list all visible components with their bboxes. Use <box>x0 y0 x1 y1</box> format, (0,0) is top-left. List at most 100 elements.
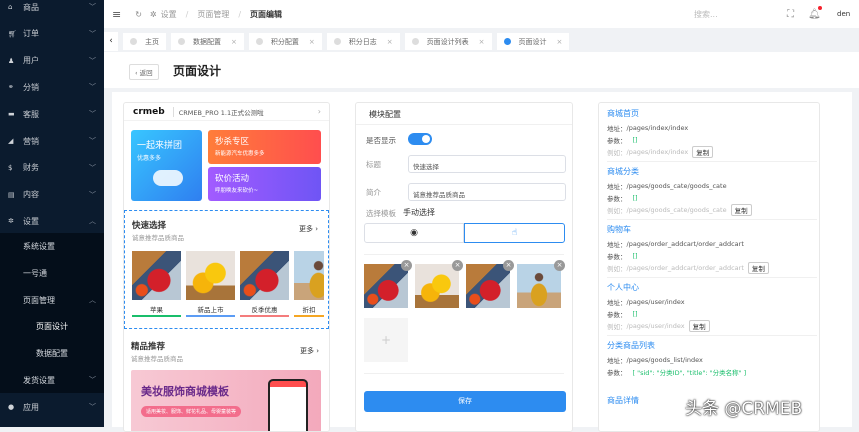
featured-banner[interactable]: 美妆服饰商城模板 适用美妆、服饰、鲜花礼品、母婴童装等 <box>131 370 321 431</box>
sidebar-item-page-design[interactable]: 页面设计 <box>0 313 104 339</box>
item-label: 反季优惠 <box>240 300 289 317</box>
intro-input[interactable]: 诚意推荐品质商品 <box>408 183 566 201</box>
banner-bargain[interactable]: 砍价活动 呼朋唤友来砍价~ <box>208 167 321 201</box>
link-name[interactable]: 购物车 <box>607 224 817 238</box>
close-icon[interactable]: × <box>387 38 393 46</box>
fullscreen-icon[interactable]: ⛶ <box>787 9 794 20</box>
page-title: 页面设计 <box>173 64 222 78</box>
sidebar-item-4[interactable]: ▬ 客服 ﹀ <box>0 101 104 127</box>
module-subtitle: 诚意推荐品质商品 <box>132 234 184 242</box>
tab-2[interactable]: 积分配置 × <box>248 33 322 50</box>
selected-image[interactable]: × <box>415 260 463 308</box>
chevron-down-icon: ﹀ <box>89 3 96 11</box>
selected-image[interactable]: × <box>466 260 514 308</box>
quick-item[interactable]: 新品上市 <box>186 251 235 319</box>
link-name[interactable]: 个人中心 <box>607 282 817 296</box>
product-image <box>294 251 324 300</box>
tab-1[interactable]: 数据配置 × <box>171 33 244 50</box>
tab-label: 主页 <box>145 37 159 46</box>
link-name[interactable]: 商城首页 <box>607 108 817 122</box>
sidebar-item-1[interactable]: 🛒︎ 订单 ﹀ <box>0 21 104 47</box>
link-name[interactable]: 分类商品列表 <box>607 340 817 354</box>
chevron-right-icon[interactable]: › <box>318 107 321 116</box>
app-icon: ● <box>8 403 15 411</box>
sidebar-item-5[interactable]: ◢ 营销 ﹀ <box>0 128 104 154</box>
banner-group-buy[interactable]: 一起来拼团 优惠多多 <box>131 130 202 201</box>
breadcrumb-item[interactable]: 页面管理 <box>197 9 229 20</box>
close-icon[interactable]: × <box>231 38 237 46</box>
banner-title: 一起来拼团 <box>137 141 183 151</box>
banner-flash-sale[interactable]: 秒杀专区 新能源汽车优惠多多 <box>208 130 321 164</box>
tabs-scroll-left[interactable]: ‹ <box>104 32 118 51</box>
sidebar-item-3[interactable]: ⚭ 分销 ﹀ <box>0 74 104 100</box>
chevron-down-icon: ﹀ <box>89 83 96 92</box>
quick-item[interactable]: 反季优惠 <box>240 251 289 319</box>
link-list-panel: 商城首页 地址：/pages/index/index 参数：[] 例如：/pages/… <box>598 102 820 432</box>
label: 例如： <box>607 265 627 273</box>
quick-select-module[interactable]: 快速选择 诚意推荐品质商品 更多 › 苹果 新品上市 反季优惠 折扣 <box>124 210 329 329</box>
sidebar-item-apps[interactable]: ● 应用 ﹀ <box>0 394 104 420</box>
app-title: CRMEB_PRO 1.1正式公测啦 <box>172 106 264 117</box>
template-manual-option[interactable]: ☝ <box>464 223 565 243</box>
title-input[interactable]: 快速选择 <box>408 155 566 173</box>
label: 客服 <box>23 109 39 119</box>
remove-icon[interactable]: × <box>554 260 565 271</box>
template-auto-option[interactable]: ◉ <box>364 223 464 243</box>
menu-toggle-icon[interactable]: ≡ <box>112 8 121 21</box>
selected-image[interactable]: × <box>364 260 412 308</box>
quick-item[interactable]: 折扣 <box>294 251 324 319</box>
close-icon[interactable]: × <box>557 38 563 46</box>
link-name[interactable]: 商城分类 <box>607 166 817 180</box>
sidebar-item-system-settings[interactable]: 系统设置 <box>0 233 104 259</box>
show-toggle[interactable] <box>408 133 432 145</box>
label: 参数： <box>607 195 627 203</box>
sidebar-item-2[interactable]: ♟ 用户 ﹀ <box>0 48 104 74</box>
banner-sub: 新能源汽车优惠多多 <box>215 151 265 157</box>
more-link[interactable]: 更多 › <box>299 224 318 234</box>
module-title: 快速选择 <box>132 221 167 231</box>
selected-image[interactable]: × <box>517 260 565 308</box>
breadcrumb-item[interactable]: 设置 <box>161 9 177 20</box>
copy-button[interactable]: 复制 <box>747 262 769 274</box>
sidebar-item-8[interactable]: ✲ 设置 ︿ <box>0 208 104 234</box>
tab-0[interactable]: 主页 <box>123 33 166 50</box>
phone-preview: crmeb CRMEB_PRO 1.1正式公测啦 › 一起来拼团 优惠多多 秒杀… <box>123 102 330 432</box>
sidebar-item-page-management[interactable]: 页面管理 ︿ <box>0 287 104 313</box>
tab-label: 积分日志 <box>348 37 377 46</box>
more-link[interactable]: 更多 › <box>300 346 319 356</box>
copy-button[interactable]: 复制 <box>692 146 714 158</box>
sidebar-item-yihaotong[interactable]: 一号通 <box>0 260 104 286</box>
hand-pointer-icon: ☝ <box>511 228 518 238</box>
title-label: 标题 <box>366 160 381 169</box>
copy-button[interactable]: 复制 <box>730 204 752 216</box>
panel-title: 模块配置 <box>356 103 572 125</box>
remove-icon[interactable]: × <box>452 260 463 271</box>
copy-button[interactable]: 复制 <box>688 320 710 332</box>
quick-item[interactable]: 苹果 <box>132 251 181 319</box>
add-image-button[interactable]: + <box>364 318 408 362</box>
bell-icon[interactable]: 🔔︎ <box>808 9 821 20</box>
sidebar-item-data-config[interactable]: 数据配置 <box>0 340 104 366</box>
sidebar-item-6[interactable]: $ 财务 ﹀ <box>0 155 104 181</box>
close-icon[interactable]: × <box>309 38 315 46</box>
label: 地址： <box>607 183 627 191</box>
tab-5[interactable]: 页面设计 × <box>496 33 570 50</box>
refresh-icon[interactable]: ↻ <box>135 10 142 19</box>
user-name[interactable]: den <box>837 10 850 18</box>
tab-4[interactable]: 页面设计列表 × <box>404 33 492 50</box>
back-button[interactable]: ‹ 返回 <box>129 64 159 80</box>
product-image <box>240 251 289 300</box>
tab-3[interactable]: 积分日志 × <box>326 33 400 50</box>
sidebar-item-7[interactable]: ▤ 内容 ﹀ <box>0 182 104 208</box>
sidebar-item-shipping-settings[interactable]: 发货设置 ﹀ <box>0 367 104 393</box>
label: 设置 <box>23 216 39 226</box>
save-button[interactable]: 保存 <box>364 391 566 412</box>
remove-icon[interactable]: × <box>401 260 412 271</box>
remove-icon[interactable]: × <box>503 260 514 271</box>
module-subtitle: 诚意推荐品质商品 <box>131 355 183 363</box>
close-icon[interactable]: × <box>479 38 485 46</box>
banner-title: 砍价活动 <box>215 174 250 184</box>
sidebar-item-0[interactable]: ⌂ 商品 ﹀ <box>0 0 104 20</box>
search-input[interactable]: 搜索... <box>694 9 718 20</box>
chevron-down-icon: ﹀ <box>89 403 96 411</box>
